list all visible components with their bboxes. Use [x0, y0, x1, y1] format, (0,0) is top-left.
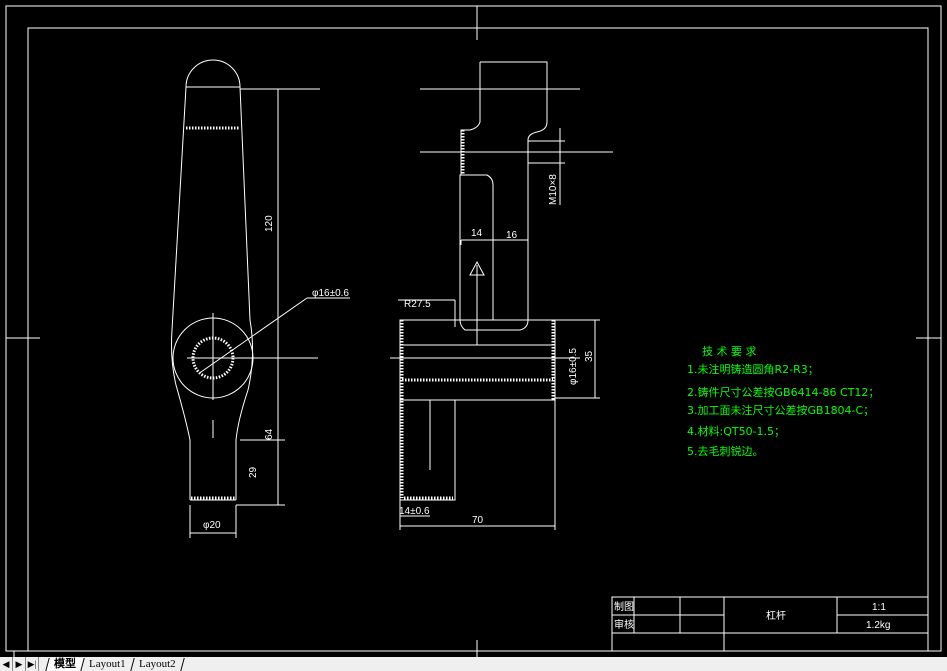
drawn-label: 制图 — [614, 600, 634, 613]
tab-layout1[interactable]: Layout1 — [80, 657, 134, 671]
tab-label: Layout2 — [138, 657, 176, 670]
dim-35: 35 — [584, 350, 595, 362]
tech-req-item: 2.铸件尺寸公差按GB6414-86 CT12； — [687, 385, 879, 399]
dim-29: 29 — [248, 466, 259, 478]
front-view-lever — [171, 59, 350, 538]
last-tab-button[interactable]: ▶| — [26, 657, 39, 671]
dim-14: 14 — [471, 228, 483, 239]
scale-value: 1:1 — [872, 602, 886, 613]
tab-model[interactable]: 模型 — [45, 657, 84, 671]
first-tab-button[interactable]: ◀ — [0, 657, 13, 671]
centering-marks — [6, 6, 941, 657]
tab-label: Layout1 — [89, 657, 126, 670]
tech-req-item: 1.未注明铸造圆角R2-R3； — [687, 362, 819, 376]
checked-label: 审核 — [614, 618, 634, 631]
tech-req-item: 4.材料:QT50-1.5； — [687, 424, 785, 438]
tech-requirements: 技 术 要 求 1.未注明铸造圆角R2-R3； 2.铸件尺寸公差按GB6414-… — [687, 345, 879, 458]
outer-border — [5, 5, 942, 652]
dim-wall: 14±0.6 — [399, 506, 430, 517]
dim-thread: M10×8 — [548, 174, 559, 205]
layout-tab-bar: ◀ ▶ ▶| 模型 Layout1 Layout2 — [0, 657, 947, 671]
dim-radius: R27.5 — [404, 299, 431, 310]
tech-req-title: 技 术 要 求 — [702, 345, 757, 358]
part-name: 杠杆 — [766, 609, 786, 622]
dim-bore: φ16±0.5 — [568, 348, 579, 385]
inner-border — [27, 27, 929, 652]
tab-layout2[interactable]: Layout2 — [129, 657, 185, 671]
dim-64: 64 — [264, 428, 275, 440]
title-block: 制图 审核 杠杆 1:1 1.2kg — [611, 596, 929, 652]
dim-16: 16 — [506, 230, 518, 241]
tech-req-item: 3.加工面未注尺寸公差按GB1804-C； — [687, 403, 874, 417]
weight-value: 1.2kg — [866, 620, 890, 631]
tab-label: 模型 — [54, 657, 76, 670]
next-tab-button[interactable]: ▶ — [13, 657, 26, 671]
tech-req-item: 5.去毛刺锐边。 — [687, 444, 764, 458]
dim-hole: φ16±0.6 — [312, 288, 349, 299]
cad-drawing-canvas[interactable]: 120 64 29 φ20 φ16±0.6 14 16 M10×8 R27.5 … — [0, 0, 947, 657]
side-view-lever — [390, 61, 613, 530]
dim-phi20: φ20 — [203, 520, 221, 531]
dim-120: 120 — [264, 215, 275, 232]
dim-70: 70 — [472, 515, 484, 526]
